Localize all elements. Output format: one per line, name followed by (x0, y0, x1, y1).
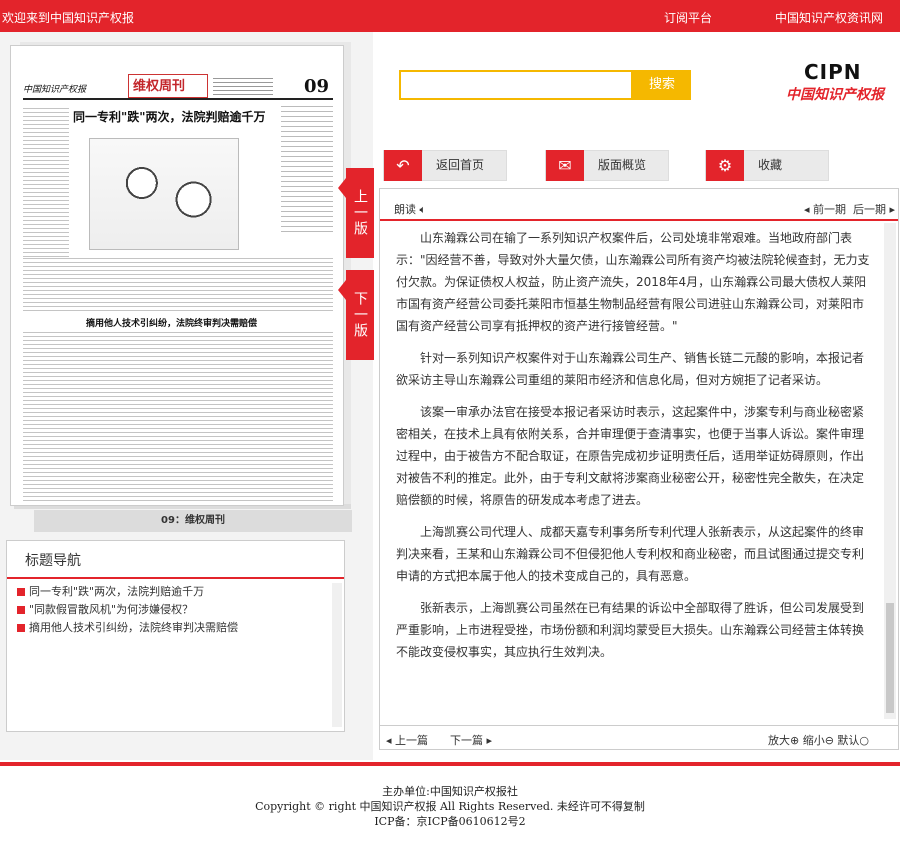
envelope-icon: ✉ (546, 150, 584, 181)
article-bottom-bar: ◂ 上一篇 下一篇 ▸ 放大⊕ 缩小⊖ 默认○ (380, 725, 898, 749)
prev-page-tab[interactable]: 上一版 (338, 168, 374, 258)
title-navigation-list: 同一专利"跌"两次，法院判赔逾千万 "同款假冒散风机"为何涉嫌侵权？ 摘用他人技… (7, 583, 344, 637)
top-bar: 欢迎来到中国知识产权报 订阅平台 中国知识产权资讯网 (0, 0, 900, 32)
read-aloud-button[interactable]: 朗读 🔈︎ (394, 201, 426, 217)
cipn-logo: CIPN 中国知识产权报 (786, 60, 886, 106)
logo-text: 中国知识产权报 (786, 87, 884, 103)
overview-button[interactable]: ✉ 版面概览 (545, 150, 669, 181)
article-paragraph: 针对一系列知识产权案件对于山东瀚霖公司生产、销售长链二元酸的影响，本报记者欲采访… (396, 351, 865, 387)
favorite-button-label: 收藏 (758, 158, 783, 172)
paper-masthead: 中国知识产权报 维权周刊 09 (23, 74, 333, 100)
paper-headline-2[interactable]: 摘用他人技术引纠纷，法院终审判决需赔偿 (86, 316, 257, 329)
newspaper-page-image[interactable]: 中国知识产权报 维权周刊 09 同一专利"跌"两次，法院判赔逾千万 摘用他人技术… (10, 45, 344, 506)
gear-icon: ⚙ (706, 150, 744, 181)
nav-item-label: 摘用他人技术引纠纷，法院终审判决需赔偿 (29, 621, 238, 634)
article-paragraph: 该案一审承办法官在接受本报记者采访时表示，这起案件中，涉案专利与商业秘密紧密相关… (396, 405, 865, 507)
footer: 主办单位:中国知识产权报社 Copyright © right 中国知识产权报 … (0, 784, 900, 829)
title-navigation-heading: 标题导航 (7, 541, 344, 579)
paper-headline-1[interactable]: 同一专利"跌"两次，法院判赔逾千万 (73, 108, 266, 125)
news-site-link[interactable]: 中国知识产权资讯网 (775, 9, 883, 26)
article-paragraph: 山东瀚霖公司在输了一系列知识产权案件后，公司处境非常艰难。当地政府部门表示："因… (396, 231, 870, 333)
home-button[interactable]: ↶ 返回首页 (383, 150, 507, 181)
overview-button-label: 版面概览 (598, 158, 647, 172)
return-arrow-icon: ↶ (384, 150, 422, 181)
paper-section-title: 维权周刊 (133, 79, 186, 94)
page-caption: 09：维权周刊 (34, 510, 352, 532)
footer-divider (0, 762, 900, 766)
speaker-icon: 🔈︎ (419, 203, 427, 216)
paper-cartoon-image (89, 138, 239, 250)
paper-text-column (23, 108, 69, 258)
nav-item[interactable]: 同一专利"跌"两次，法院判赔逾千万 (7, 583, 344, 601)
article-body: 山东瀚霖公司在输了一系列知识产权案件后，公司处境非常艰难。当地政府部门表示："因… (396, 227, 870, 721)
footer-sponsor: 主办单位:中国知识产权报社 (382, 785, 518, 798)
prev-article-link[interactable]: ◂ 上一篇 (386, 732, 428, 748)
welcome-text: 欢迎来到中国知识产权报 (2, 11, 135, 25)
paper-masthead-name: 中国知识产权报 (23, 85, 87, 95)
article-panel: 朗读 🔈︎ ◂ 前一期 后一期 ▸ 山东瀚霖公司在输了一系列知识产权案件后，公司… (379, 188, 899, 750)
article-paragraph: 张新表示，上海凯赛公司虽然在已有结果的诉讼中全部取得了胜诉，但公司发展受到严重影… (396, 601, 865, 659)
paper-text-column (23, 258, 333, 313)
bullet-icon (17, 606, 25, 614)
search-input[interactable] (399, 70, 633, 100)
logo-mark: CIPN (804, 60, 862, 84)
title-navigation-panel: 标题导航 同一专利"跌"两次，法院判赔逾千万 "同款假冒散风机"为何涉嫌侵权？ … (6, 540, 345, 732)
next-article-link[interactable]: 下一篇 ▸ (450, 732, 492, 748)
article-paragraph: 上海凯赛公司代理人、成都天嘉专利事务所专利代理人张新表示，从这起案件的终审判决来… (396, 525, 865, 583)
paper-text-column (23, 332, 333, 502)
paper-dateline (213, 78, 273, 96)
home-button-label: 返回首页 (436, 158, 485, 172)
favorite-button[interactable]: ⚙ 收藏 (705, 150, 829, 181)
bullet-icon (17, 624, 25, 632)
nav-scrollbar[interactable] (332, 583, 342, 727)
article-toolbar: 朗读 🔈︎ ◂ 前一期 后一期 ▸ (380, 189, 898, 221)
nav-item-label: "同款假冒散风机"为何涉嫌侵权？ (29, 603, 194, 616)
paper-side-column (281, 106, 333, 236)
subscribe-link[interactable]: 订阅平台 (664, 9, 712, 26)
zoom-controls[interactable]: 放大⊕ 缩小⊖ 默认○ (768, 732, 869, 748)
next-issue-link[interactable]: 后一期 ▸ (853, 201, 895, 217)
paper-page-number: 09 (303, 76, 329, 97)
article-scrollbar[interactable] (884, 223, 896, 719)
bullet-icon (17, 588, 25, 596)
article-scrollbar-thumb[interactable] (886, 603, 894, 713)
search-button[interactable]: 搜索 (633, 70, 691, 100)
nav-item-label: 同一专利"跌"两次，法院判赔逾千万 (29, 585, 205, 598)
prev-issue-link[interactable]: ◂ 前一期 (804, 201, 846, 217)
footer-copyright: Copyright © right 中国知识产权报 All Rights Res… (255, 800, 645, 813)
nav-item[interactable]: 摘用他人技术引纠纷，法院终审判决需赔偿 (7, 619, 344, 637)
next-page-tab[interactable]: 下一版 (338, 270, 374, 360)
nav-item[interactable]: "同款假冒散风机"为何涉嫌侵权？ (7, 601, 344, 619)
footer-icp: ICP备：京ICP备0610612号2 (374, 815, 526, 828)
